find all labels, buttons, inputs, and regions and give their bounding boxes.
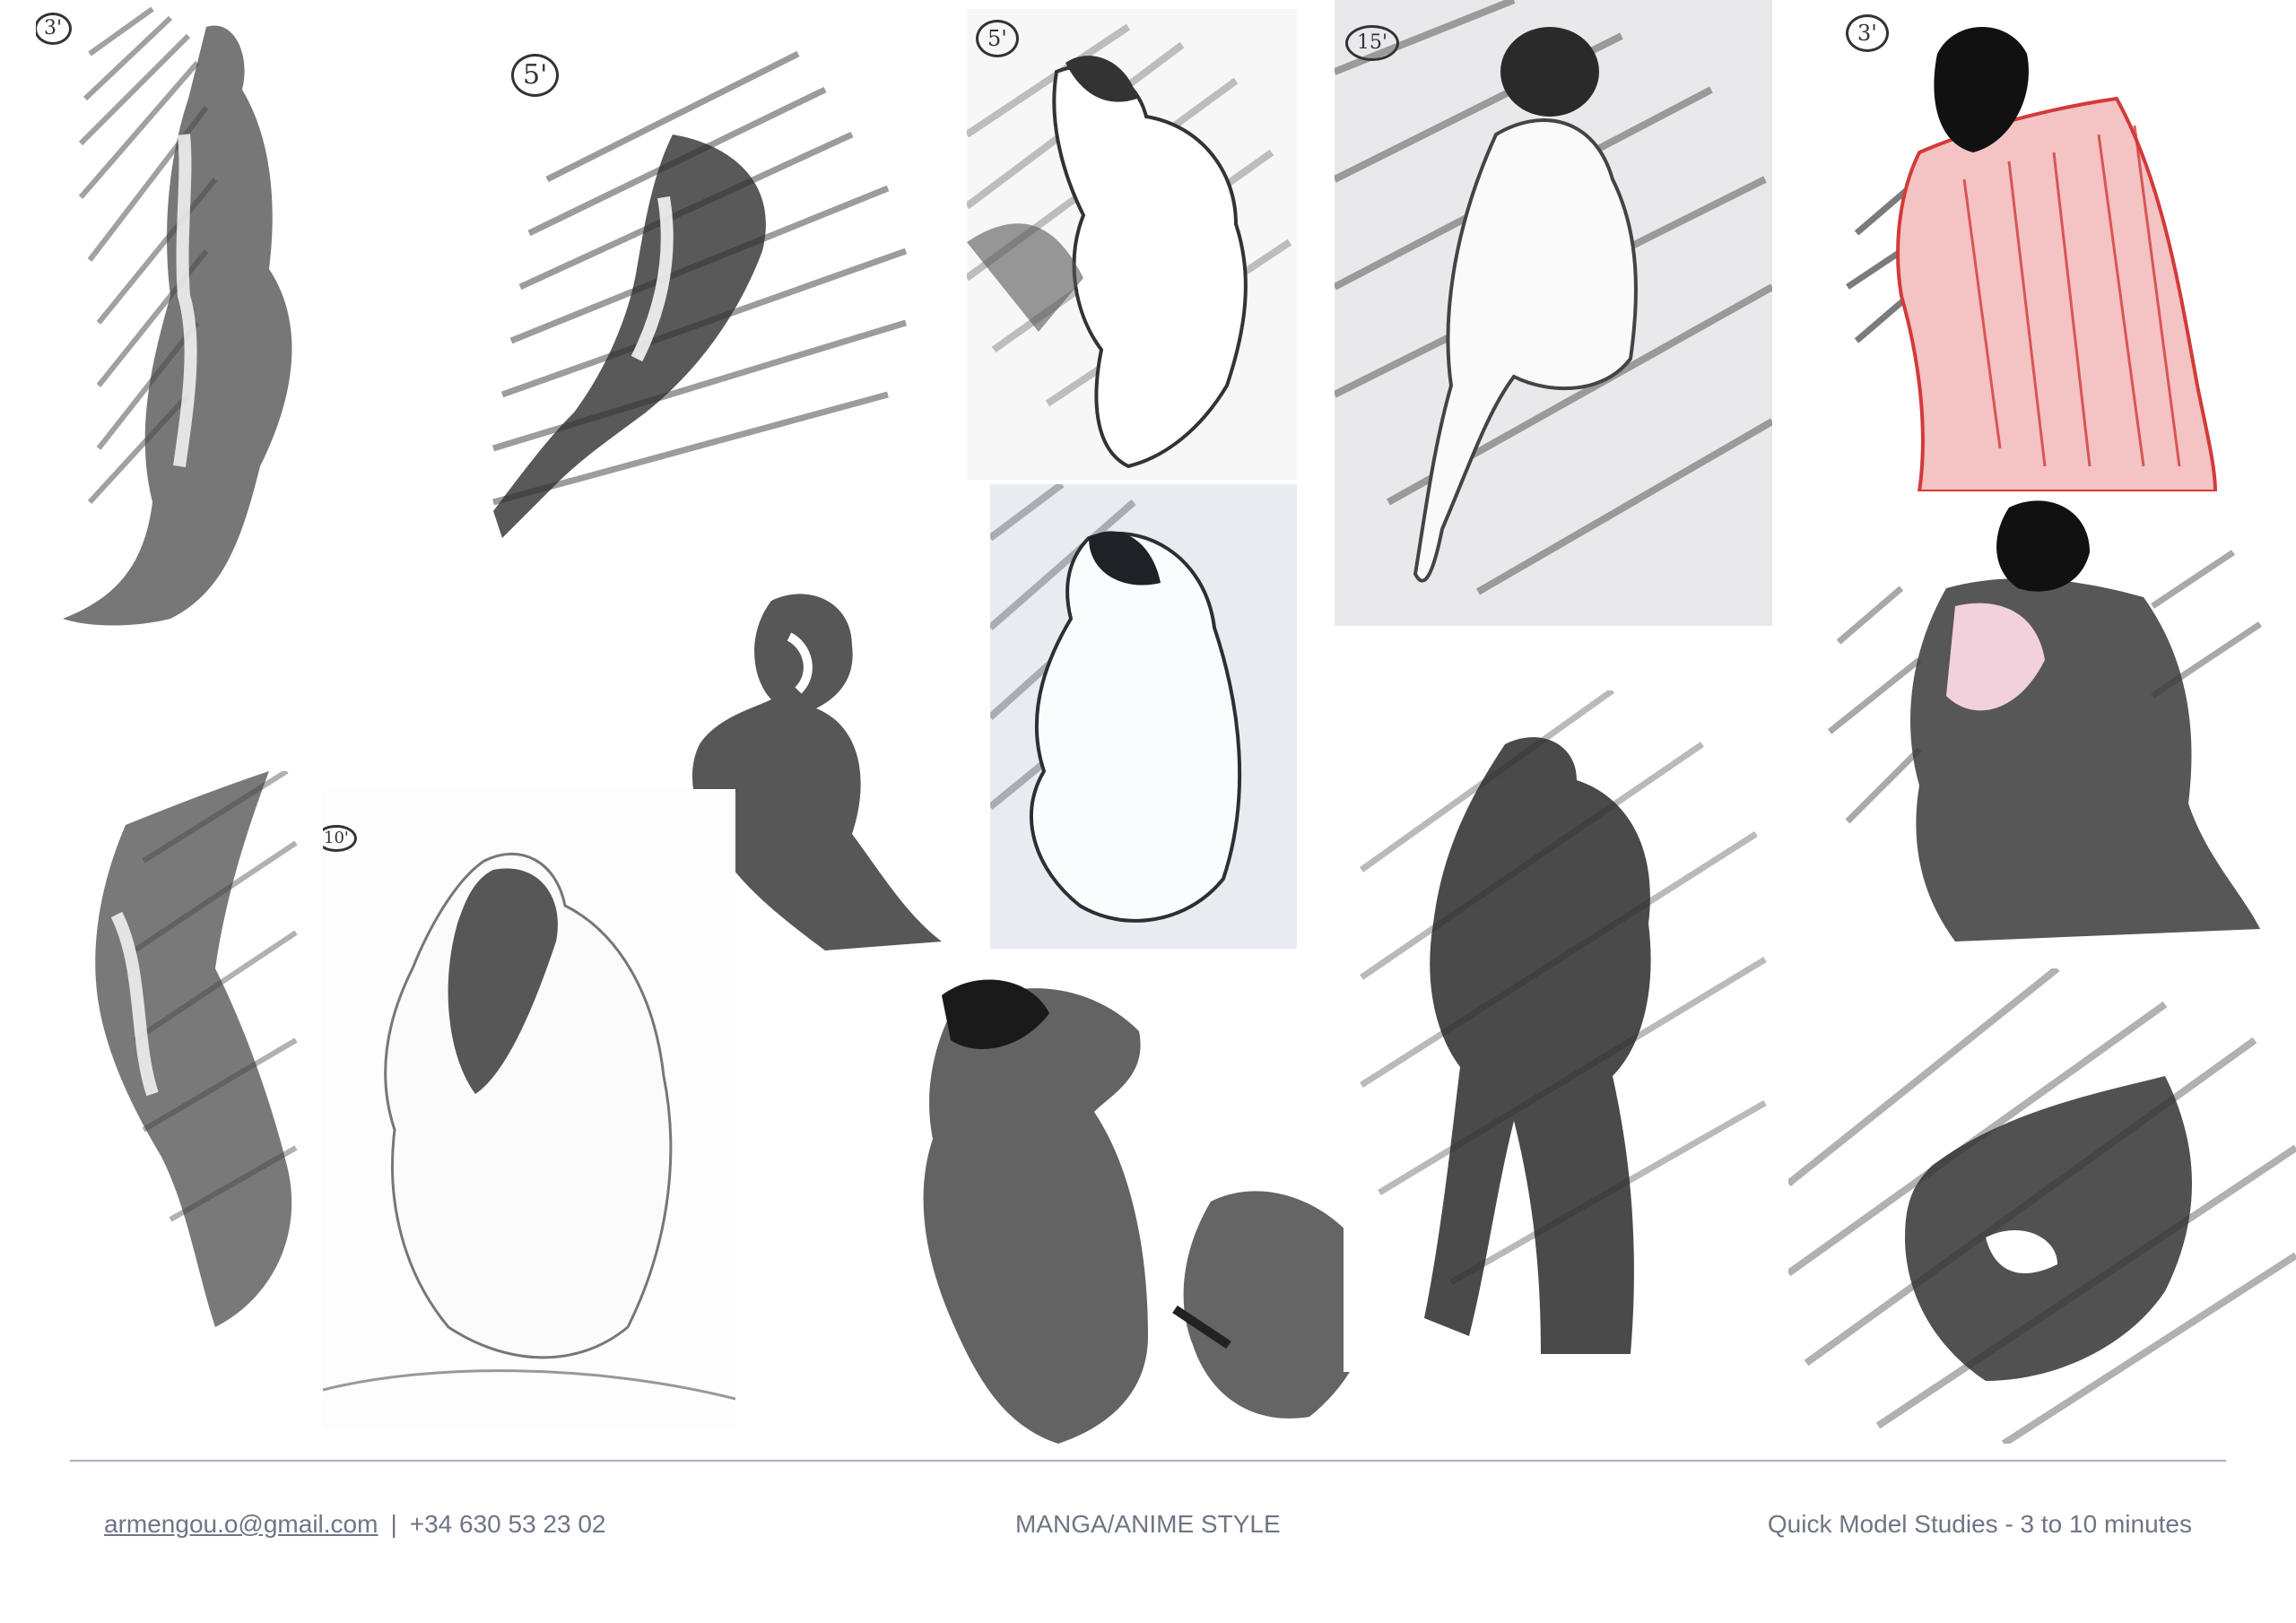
timing-mark: 5' [511, 54, 560, 97]
sketch-seated-back-figure-drawing [1335, 0, 1772, 626]
footer: armengou.o@gmail.com | +34 630 53 23 02 MA… [0, 1510, 2296, 1546]
sketch-red-drapery-figure-drawing [1846, 27, 2218, 491]
sketch-female-hand-mouth: 10' [323, 789, 735, 1428]
sketch-bob-woman-back-drawing [1827, 500, 2262, 942]
sketch-standing-male-back-drawing [1359, 690, 1767, 1354]
sketch-sheet: 3' 5' 5' 15' 3' 10' armengou.o@gmail.com… [0, 0, 2296, 1623]
sketch-standing-figure: 3' [36, 0, 395, 637]
sketch-crouching-figure-drawing [967, 23, 1292, 469]
sketch-female-hand-mouth-drawing [323, 852, 735, 1401]
sketch-standing-male-back [1344, 690, 1776, 1372]
sketch-reclining-figure-drawing [491, 50, 908, 538]
timing-mark: 5' [976, 20, 1019, 57]
sketch-dark-figure-drawing [1788, 968, 2296, 1444]
contact-info: armengou.o@gmail.com | +34 630 53 23 02 [104, 1510, 606, 1539]
sketch-curled-figure-drawing [990, 484, 1242, 923]
contact-separator: | [390, 1510, 397, 1538]
sketch-red-drapery-figure: 3' [1821, 0, 2251, 491]
sketch-bob-woman-back [1812, 499, 2276, 942]
email-link[interactable]: armengou.o@gmail.com [104, 1510, 378, 1538]
style-title: MANGA/ANIME STYLE [1015, 1510, 1281, 1538]
sketch-female-torso-drawing [95, 771, 298, 1327]
sketch-seated-back-figure: 15' [1335, 0, 1772, 626]
sketch-crouching-figure: 5' [967, 9, 1297, 480]
phone-number: +34 630 53 23 02 [409, 1510, 606, 1538]
footer-divider [70, 1460, 2226, 1462]
sketch-female-torso [36, 771, 359, 1336]
timing-mark: 15' [1345, 25, 1400, 61]
sketch-standing-figure-drawing [63, 6, 292, 626]
sketch-curled-figure [990, 484, 1297, 949]
sketch-reclining-figure: 5' [439, 36, 924, 646]
sketch-dark-figure [1788, 968, 2296, 1444]
timing-mark: 3' [1846, 14, 1889, 52]
studies-title: Quick Model Studies - 3 to 10 minutes [1767, 1510, 2192, 1538]
